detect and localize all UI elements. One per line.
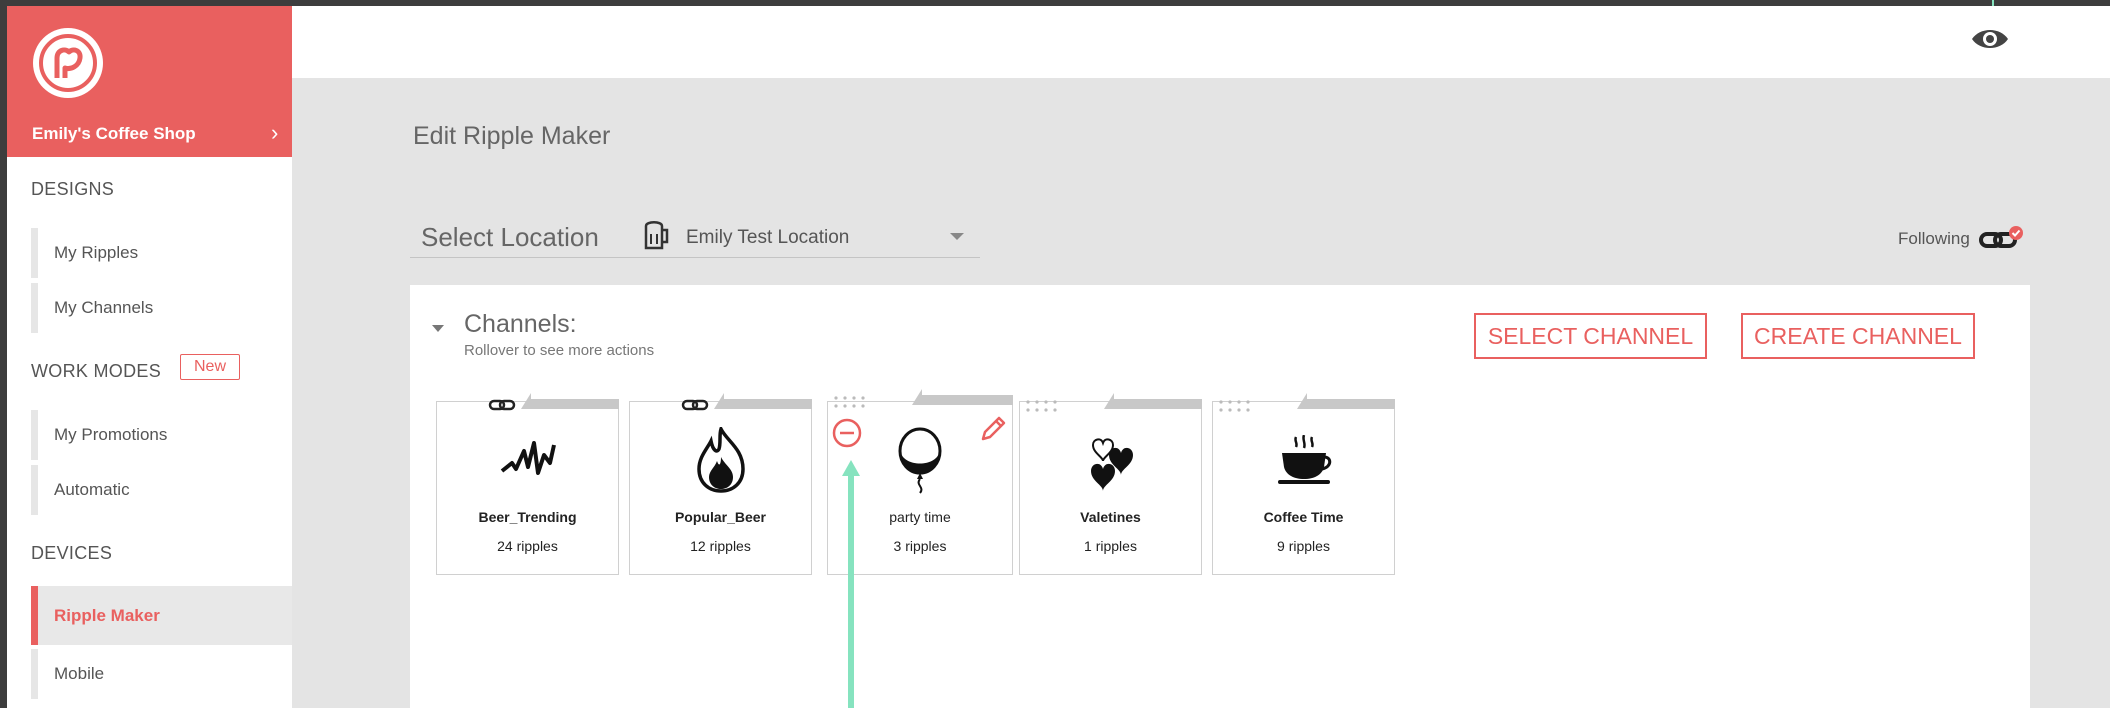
flame-icon — [696, 427, 745, 493]
shop-name: Emily's Coffee Shop — [32, 124, 196, 143]
eye-icon[interactable] — [1970, 24, 2010, 54]
sidebar-item-label: My Channels — [54, 298, 154, 317]
nav-bar — [31, 649, 38, 699]
new-badge: New — [180, 354, 240, 380]
create-channel-button[interactable]: CREATE CHANNEL — [1741, 313, 1975, 359]
nav-bar — [31, 465, 38, 515]
page-title: Edit Ripple Maker — [413, 122, 611, 150]
sidebar-item-automatic[interactable]: Automatic — [31, 465, 292, 515]
sidebar: Emily's Coffee Shop › DESIGNS My Ripples… — [7, 6, 292, 708]
select-channel-button[interactable]: SELECT CHANNEL — [1474, 313, 1707, 359]
channel-count: 9 ripples — [1277, 538, 1330, 554]
following-label: Following — [1898, 229, 1970, 248]
sidebar-item-my-ripples[interactable]: My Ripples — [31, 228, 292, 278]
channel-name: Popular_Beer — [674, 509, 767, 525]
sidebar-item-ripple-maker[interactable]: Ripple Maker — [31, 586, 292, 645]
collapse-caret-icon[interactable] — [432, 325, 444, 332]
location-underline — [410, 257, 980, 258]
channel-card[interactable]: Coffee Time 9 ripples — [1212, 393, 1395, 575]
card-tab-slope — [521, 393, 531, 409]
drag-handle-icon[interactable] — [833, 395, 873, 409]
card-tab-bar — [531, 399, 619, 409]
channel-card[interactable]: Beer_Trending 24 ripples — [436, 393, 619, 575]
channel-count: 12 ripples — [690, 538, 751, 554]
channel-name: Valetines — [1080, 509, 1141, 525]
annotation-marker — [1992, 0, 1994, 6]
annotation-arrow — [842, 460, 860, 708]
top-bar — [292, 6, 2110, 78]
card-tab-slope — [714, 393, 724, 409]
channel-card[interactable]: Popular_Beer 12 ripples — [629, 393, 812, 575]
card-tab-bar — [922, 395, 1013, 405]
nav-bar — [31, 283, 38, 333]
brand-logo — [33, 28, 103, 98]
link-icon — [488, 399, 516, 411]
card-art — [629, 427, 812, 493]
caret-down-icon[interactable] — [950, 233, 964, 240]
sidebar-item-label: Mobile — [54, 664, 105, 683]
card-art — [436, 433, 619, 483]
channels-subtitle: Rollover to see more actions — [464, 342, 655, 359]
card-tab-bar — [1114, 399, 1202, 409]
sidebar-item-label: Ripple Maker — [54, 606, 160, 625]
card-tab-bar — [724, 399, 812, 409]
link-check-icon[interactable] — [1978, 224, 2026, 254]
coffee-cup-icon — [1277, 435, 1331, 484]
sidebar-item-label: My Promotions — [54, 425, 168, 444]
section-work-modes: WORK MODES — [31, 361, 162, 381]
sidebar-item-label: My Ripples — [54, 243, 139, 262]
channels-title: Channels: — [464, 310, 577, 338]
brand-header[interactable]: Emily's Coffee Shop › — [7, 6, 292, 157]
balloon-icon — [898, 427, 942, 494]
card-tab-bar — [1307, 399, 1395, 409]
location-label: Select Location — [421, 222, 599, 252]
drag-handle-icon[interactable] — [1025, 399, 1065, 413]
channel-count: 24 ripples — [497, 538, 558, 554]
channel-count: 1 ripples — [1084, 538, 1137, 554]
card-art — [1212, 435, 1395, 485]
nav-bar — [31, 586, 38, 645]
drag-handle-icon[interactable] — [1218, 399, 1258, 413]
card-art — [1019, 431, 1202, 493]
heart-logo-icon — [39, 34, 97, 92]
chevron-right-icon[interactable]: › — [271, 120, 278, 146]
card-tab-slope — [1104, 393, 1114, 409]
channel-name: Coffee Time — [1263, 509, 1344, 525]
hearts-icon — [1090, 438, 1133, 491]
squiggle-icon — [500, 441, 556, 475]
channel-name: Beer_Trending — [478, 509, 577, 525]
section-designs: DESIGNS — [31, 179, 115, 199]
beer-mug-icon — [644, 221, 669, 250]
sidebar-item-my-promotions[interactable]: My Promotions — [31, 410, 292, 460]
channel-card[interactable]: Valetines 1 ripples — [1019, 393, 1202, 575]
location-select[interactable]: Emily Test Location — [686, 227, 849, 249]
sidebar-item-my-channels[interactable]: My Channels — [31, 283, 292, 333]
sidebar-item-mobile[interactable]: Mobile — [31, 649, 292, 699]
card-tab-slope — [1297, 393, 1307, 409]
link-icon — [681, 399, 709, 411]
nav-bar — [31, 228, 38, 278]
sidebar-item-label: Automatic — [54, 480, 130, 499]
section-devices: DEVICES — [31, 543, 113, 563]
nav-bar — [31, 410, 38, 460]
card-tab-slope — [912, 389, 922, 405]
